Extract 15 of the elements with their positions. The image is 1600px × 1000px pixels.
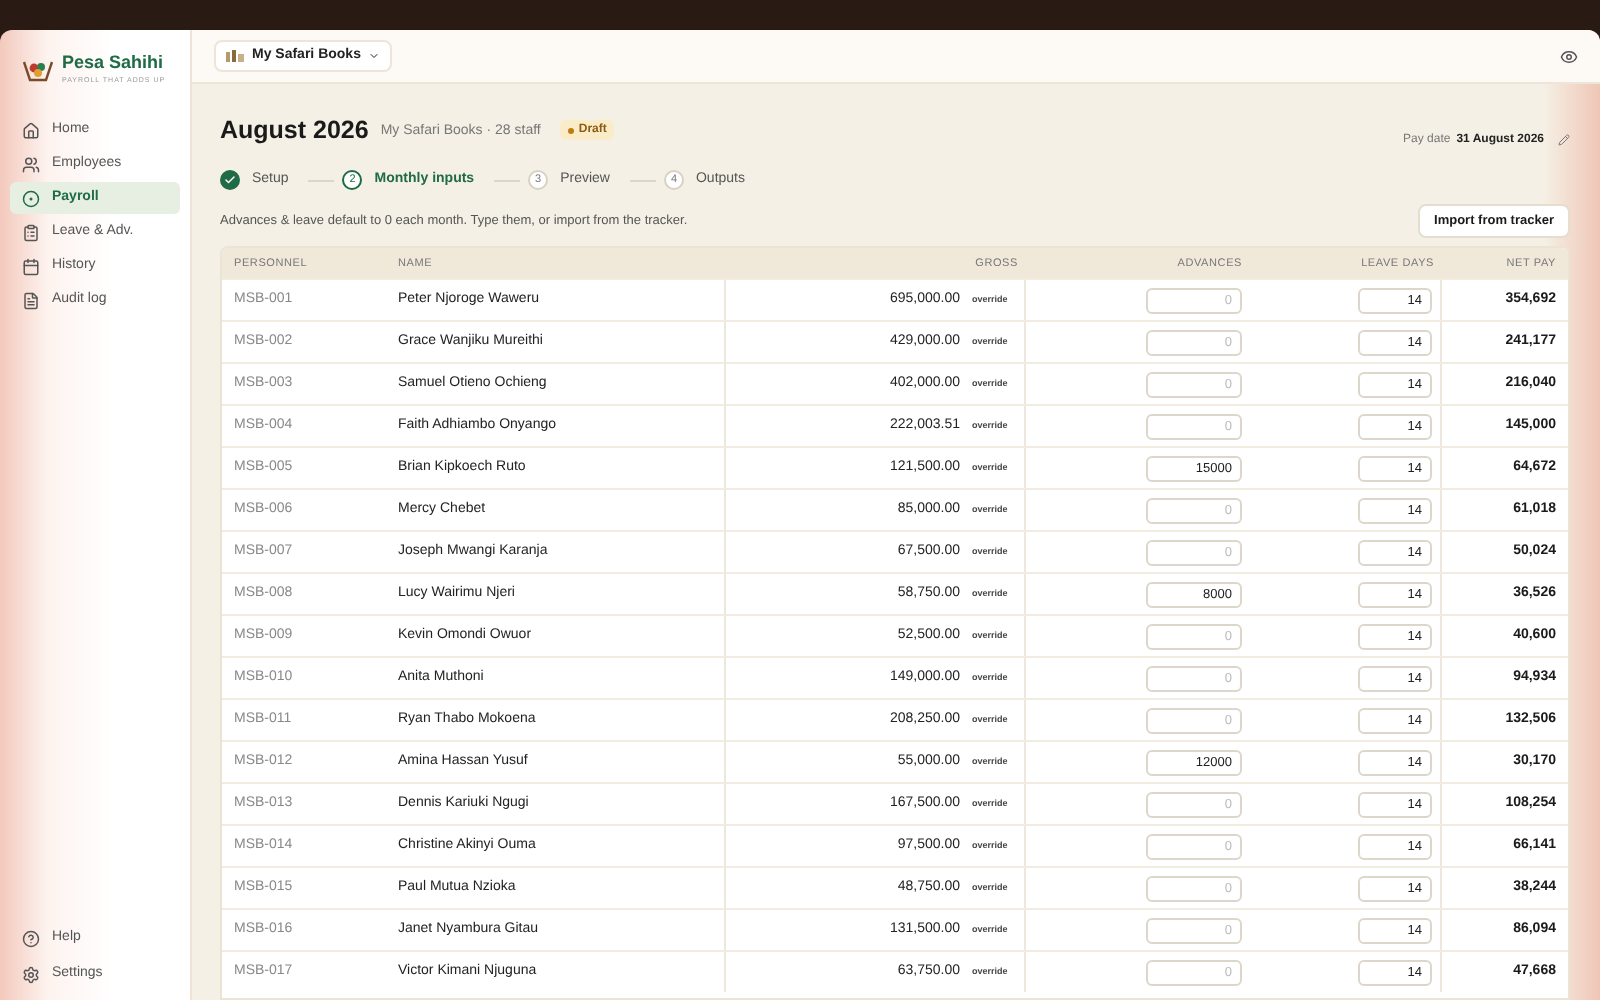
books-icon	[226, 50, 244, 62]
target-icon	[22, 189, 40, 208]
document-icon	[22, 291, 40, 310]
page-title: August 2026	[220, 114, 369, 148]
calendar-icon	[22, 257, 40, 276]
basket-logo-icon	[22, 56, 54, 85]
eye-icon[interactable]	[1560, 47, 1578, 65]
people-icon	[22, 155, 40, 174]
settings-icon	[22, 966, 40, 984]
home-icon	[22, 121, 40, 140]
help-icon	[22, 930, 40, 948]
clipboard-icon	[22, 223, 40, 242]
edit-icon[interactable]	[1558, 134, 1570, 147]
brand-name: Pesa Sahihi	[62, 54, 166, 72]
caret-icon	[368, 50, 381, 62]
